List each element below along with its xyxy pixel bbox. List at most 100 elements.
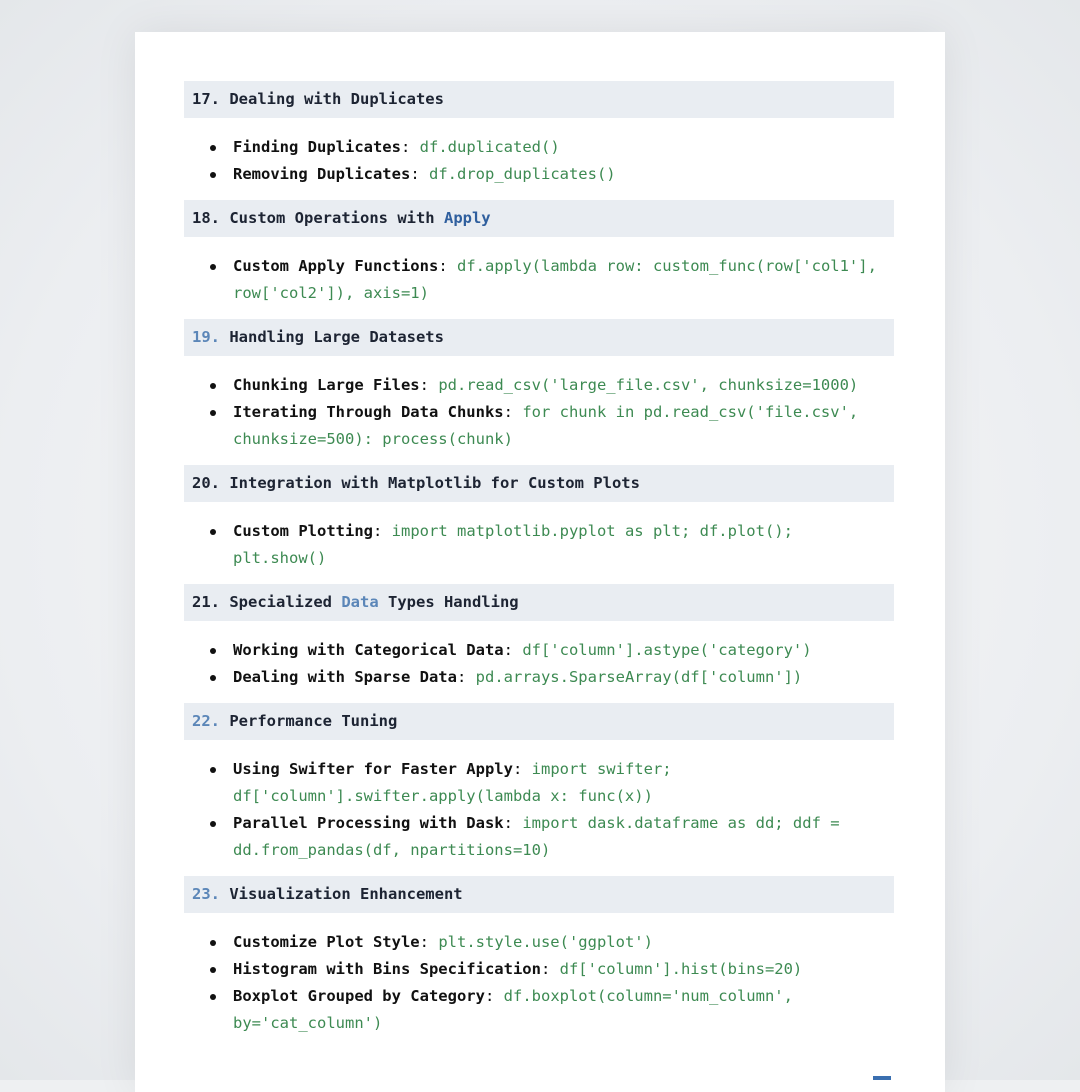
bullet-icon	[210, 264, 216, 270]
code-snippet: pd.read_csv('large_file.csv', chunksize=…	[438, 376, 858, 394]
bullet-list: Custom Apply Functions: df.apply(lambda …	[184, 237, 894, 319]
section-title-part: Apply	[444, 209, 491, 227]
bullet-icon	[210, 410, 216, 416]
bullet-icon	[210, 529, 216, 535]
section-number: 21.	[192, 593, 220, 611]
code-snippet: df['column'].astype('category')	[522, 641, 811, 659]
section: 17. Dealing with DuplicatesFinding Dupli…	[184, 81, 894, 200]
document-page: 17. Dealing with DuplicatesFinding Dupli…	[135, 32, 945, 1092]
list-item: Custom Plotting: import matplotlib.pyplo…	[184, 518, 894, 572]
item-separator: :	[504, 403, 513, 421]
bullet-icon	[210, 994, 216, 1000]
item-separator: :	[504, 814, 513, 832]
item-separator: :	[438, 257, 447, 275]
section-number: 17.	[192, 90, 220, 108]
bullet-icon	[210, 967, 216, 973]
list-item: Finding Duplicates: df.duplicated()	[184, 134, 894, 161]
list-item: Iterating Through Data Chunks: for chunk…	[184, 399, 894, 453]
bullet-list: Using Swifter for Faster Apply: import s…	[184, 740, 894, 876]
list-item: Histogram with Bins Specification: df['c…	[184, 956, 894, 983]
item-separator: :	[401, 138, 410, 156]
bullet-list: Custom Plotting: import matplotlib.pyplo…	[184, 502, 894, 584]
item-separator: :	[373, 522, 382, 540]
section-title-part: Data	[341, 593, 378, 611]
item-label: Using Swifter for Faster Apply	[233, 760, 513, 778]
section-number: 20.	[192, 474, 220, 492]
item-separator: :	[420, 933, 429, 951]
list-item: Custom Apply Functions: df.apply(lambda …	[184, 253, 894, 307]
section-title-part: Handling Large Datasets	[229, 328, 444, 346]
bullet-icon	[210, 821, 216, 827]
item-separator: :	[457, 668, 466, 686]
section: 18. Custom Operations with Apply Custom A…	[184, 200, 894, 319]
bullet-icon	[210, 172, 216, 178]
item-label: Parallel Processing with Dask	[233, 814, 504, 832]
section-title-part: Performance Tuning	[229, 712, 397, 730]
section-number: 22.	[192, 712, 220, 730]
bullet-list: Customize Plot Style: plt.style.use('ggp…	[184, 913, 894, 1049]
list-item: Boxplot Grouped by Category: df.boxplot(…	[184, 983, 894, 1037]
bullet-icon	[210, 648, 216, 654]
item-separator: :	[541, 960, 550, 978]
section-heading: 20. Integration with Matplotlib for Cust…	[184, 465, 894, 502]
section-heading: 21. Specialized Data Types Handling	[184, 584, 894, 621]
section-title-part: Integration with Matplotlib for Custom P…	[229, 474, 640, 492]
code-snippet: pd.arrays.SparseArray(df['column'])	[476, 668, 803, 686]
item-label: Custom Apply Functions	[233, 257, 438, 275]
section-heading: 19. Handling Large Datasets	[184, 319, 894, 356]
list-item: Parallel Processing with Dask: import da…	[184, 810, 894, 864]
bullet-icon	[210, 675, 216, 681]
item-separator: :	[485, 987, 494, 1005]
section-heading: 18. Custom Operations with Apply	[184, 200, 894, 237]
code-snippet: df.duplicated()	[420, 138, 560, 156]
list-item: Dealing with Sparse Data: pd.arrays.Spar…	[184, 664, 894, 691]
item-label: Iterating Through Data Chunks	[233, 403, 504, 421]
section: 20. Integration with Matplotlib for Cust…	[184, 465, 894, 584]
item-label: Histogram with Bins Specification	[233, 960, 541, 978]
list-item: Customize Plot Style: plt.style.use('ggp…	[184, 929, 894, 956]
section: 19. Handling Large Datasets Chunking Larg…	[184, 319, 894, 465]
section-title-part: Dealing with Duplicates	[229, 90, 444, 108]
item-label: Finding Duplicates	[233, 138, 401, 156]
code-snippet: df['column'].hist(bins=20)	[560, 960, 803, 978]
list-item: Using Swifter for Faster Apply: import s…	[184, 756, 894, 810]
section: 22. Performance Tuning Using Swifter for …	[184, 703, 894, 876]
item-separator: :	[513, 760, 522, 778]
item-label: Boxplot Grouped by Category	[233, 987, 485, 1005]
bullet-list: Working with Categorical Data: df['colum…	[184, 621, 894, 703]
section-number: 19.	[192, 328, 220, 346]
section-title-part: Specialized	[229, 593, 341, 611]
section-heading: 23. Visualization Enhancement	[184, 876, 894, 913]
item-separator: :	[420, 376, 429, 394]
item-label: Removing Duplicates	[233, 165, 410, 183]
section-title-part: Types Handling	[379, 593, 519, 611]
bullet-icon	[210, 145, 216, 151]
item-label: Customize Plot Style	[233, 933, 420, 951]
section-title-part: Visualization Enhancement	[229, 885, 462, 903]
code-snippet: df.drop_duplicates()	[429, 165, 616, 183]
item-label: Dealing with Sparse Data	[233, 668, 457, 686]
bullet-list: Chunking Large Files: pd.read_csv('large…	[184, 356, 894, 465]
bullet-icon	[210, 940, 216, 946]
code-snippet: plt.style.use('ggplot')	[438, 933, 653, 951]
bullet-list: Finding Duplicates: df.duplicated()Remov…	[184, 118, 894, 200]
item-label: Working with Categorical Data	[233, 641, 504, 659]
bullet-icon	[210, 767, 216, 773]
list-item: Chunking Large Files: pd.read_csv('large…	[184, 372, 894, 399]
section-number: 23.	[192, 885, 220, 903]
page-edge-marker	[873, 1076, 891, 1080]
bullet-icon	[210, 383, 216, 389]
section-heading: 17. Dealing with Duplicates	[184, 81, 894, 118]
section-title-part: Custom Operations with	[229, 209, 444, 227]
list-item: Removing Duplicates: df.drop_duplicates(…	[184, 161, 894, 188]
section-heading: 22. Performance Tuning	[184, 703, 894, 740]
section: 23. Visualization Enhancement Customize P…	[184, 876, 894, 1049]
section-number: 18.	[192, 209, 220, 227]
section: 21. Specialized Data Types Handling Worki…	[184, 584, 894, 703]
item-separator: :	[504, 641, 513, 659]
item-label: Custom Plotting	[233, 522, 373, 540]
item-label: Chunking Large Files	[233, 376, 420, 394]
list-item: Working with Categorical Data: df['colum…	[184, 637, 894, 664]
document-content: 17. Dealing with DuplicatesFinding Dupli…	[184, 81, 894, 1049]
item-separator: :	[410, 165, 419, 183]
